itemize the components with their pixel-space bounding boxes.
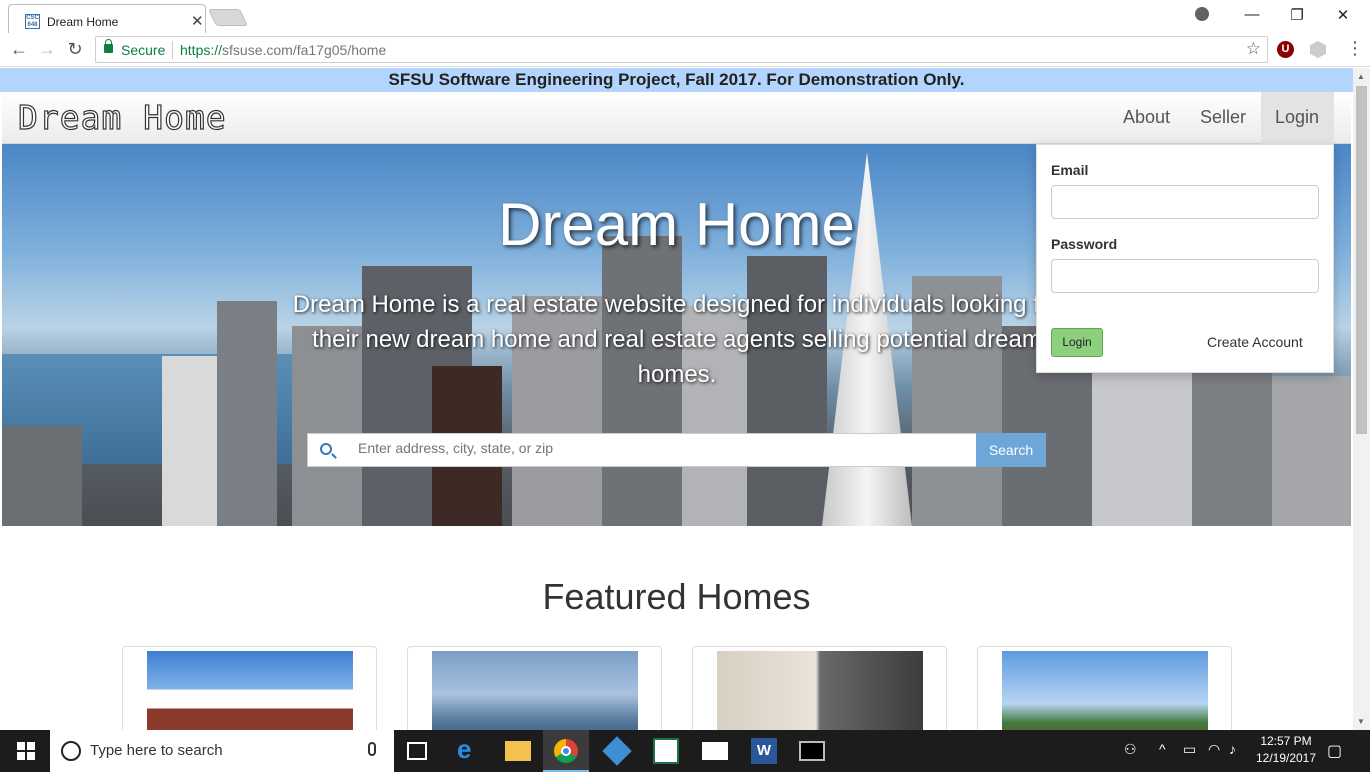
- profile-icon[interactable]: [1195, 7, 1209, 21]
- nav-about[interactable]: About: [1123, 107, 1170, 128]
- scroll-down-icon[interactable]: ▼: [1357, 717, 1365, 726]
- create-account-link[interactable]: Create Account: [1207, 334, 1303, 350]
- secure-label: Secure: [121, 42, 166, 58]
- restore-icon[interactable]: ❐: [1287, 6, 1307, 24]
- site-navbar: Dream Home About Seller Login: [2, 92, 1351, 144]
- featured-home-card[interactable]: [122, 646, 377, 730]
- taskbar-clock[interactable]: 12:57 PM 12/19/2017: [1253, 733, 1319, 767]
- windows-taskbar: Type here to search e W ⚇ ^ ▭ ◠ ♪ 12:57 …: [0, 730, 1370, 772]
- address-bar: ← → ↻ Secure https://sfsuse.com/fa17g05/…: [0, 33, 1370, 67]
- forward-arrow-icon[interactable]: →: [36, 39, 58, 60]
- omnibox-divider: [172, 41, 173, 59]
- login-button[interactable]: Login: [1051, 328, 1103, 357]
- file-explorer-icon[interactable]: [505, 741, 531, 761]
- scroll-up-icon[interactable]: ▲: [1357, 72, 1365, 81]
- search-icon: [320, 443, 332, 455]
- search-input[interactable]: [358, 440, 958, 456]
- browser-tab[interactable]: CSC 648 Dream Home ✕: [8, 4, 206, 33]
- bookmark-star-icon[interactable]: ☆: [1246, 39, 1261, 59]
- brick-building-flag-image: [1002, 651, 1208, 730]
- site-favicon-icon: CSC 648: [25, 14, 40, 29]
- close-tab-icon[interactable]: ✕: [191, 12, 204, 30]
- reload-icon[interactable]: ↻: [64, 39, 86, 60]
- chrome-icon: [554, 739, 578, 763]
- building-shape: [2, 426, 82, 526]
- new-tab-button[interactable]: [208, 9, 248, 26]
- volume-icon[interactable]: ♪: [1229, 741, 1236, 757]
- building-shape: [217, 301, 277, 526]
- browser-tabbar: CSC 648 Dream Home ✕ — ❐ ✕: [0, 0, 1370, 33]
- email-field[interactable]: [1051, 185, 1319, 219]
- back-arrow-icon[interactable]: ←: [8, 39, 30, 60]
- devils-teeth-bakery-image: [717, 651, 923, 730]
- wifi-icon[interactable]: ◠: [1208, 741, 1220, 758]
- lock-icon: [104, 39, 113, 53]
- login-dropdown: Email Password Login Create Account: [1036, 144, 1334, 373]
- chrome-menu-icon[interactable]: ⋮: [1346, 38, 1364, 59]
- password-field[interactable]: [1051, 259, 1319, 293]
- url-scheme: https://: [180, 42, 223, 58]
- cortana-icon: [61, 741, 81, 761]
- featured-home-card[interactable]: [977, 646, 1232, 730]
- tray-chevron-icon[interactable]: ^: [1159, 741, 1166, 757]
- taskbar-active-chrome[interactable]: [543, 730, 589, 772]
- clock-time: 12:57 PM: [1260, 734, 1312, 748]
- people-icon[interactable]: ⚇: [1124, 741, 1137, 758]
- search-button[interactable]: Search: [976, 433, 1046, 467]
- featured-homes-title: Featured Homes: [542, 576, 811, 617]
- brand-logo[interactable]: Dream Home: [17, 97, 227, 137]
- task-view-icon[interactable]: [407, 742, 427, 760]
- hero-description: Dream Home is a real estate website desi…: [292, 291, 1062, 388]
- windows-start-icon[interactable]: [17, 742, 35, 760]
- battery-icon[interactable]: ▭: [1183, 741, 1196, 758]
- nav-login-label: Login: [1275, 107, 1320, 127]
- url-omnibox[interactable]: Secure https://sfsuse.com/fa17g05/home ☆: [95, 36, 1268, 63]
- taskbar-search[interactable]: Type here to search: [50, 730, 394, 772]
- scroll-thumb[interactable]: [1356, 86, 1367, 434]
- search-box: [307, 433, 977, 467]
- mail-icon[interactable]: [702, 742, 728, 760]
- edge-icon[interactable]: e: [457, 734, 483, 764]
- excel-chart-icon[interactable]: [653, 738, 679, 764]
- email-label: Email: [1051, 162, 1089, 178]
- building-shape: [1272, 376, 1351, 526]
- notifications-icon[interactable]: ▢: [1327, 741, 1342, 761]
- featured-home-card[interactable]: [692, 646, 947, 730]
- url-path: sfsuse.com/fa17g05/home: [222, 42, 387, 58]
- taskbar-search-placeholder: Type here to search: [90, 742, 223, 759]
- nav-seller[interactable]: Seller: [1200, 107, 1246, 128]
- microphone-icon[interactable]: [368, 742, 376, 756]
- password-label: Password: [1051, 236, 1118, 252]
- url-text[interactable]: https://sfsuse.com/fa17g05/home: [180, 42, 386, 58]
- page-scrollbar[interactable]: ▲ ▼: [1353, 68, 1370, 730]
- clock-date: 12/19/2017: [1255, 751, 1317, 765]
- demo-banner: SFSU Software Engineering Project, Fall …: [0, 68, 1353, 92]
- terminal-icon[interactable]: [799, 741, 825, 761]
- brick-building-with-cupola-image: [147, 651, 353, 730]
- web-page: SFSU Software Engineering Project, Fall …: [0, 68, 1353, 730]
- 3d-app-icon[interactable]: [602, 736, 632, 766]
- close-window-icon[interactable]: ✕: [1333, 6, 1353, 24]
- featured-home-card[interactable]: [407, 646, 662, 730]
- nav-login[interactable]: Login: [1261, 92, 1334, 144]
- word-icon[interactable]: W: [751, 738, 777, 764]
- tab-title: Dream Home: [47, 15, 119, 29]
- modern-glass-building-image: [432, 651, 638, 730]
- minimize-icon[interactable]: —: [1242, 6, 1262, 23]
- ublock-extension-icon[interactable]: U: [1277, 41, 1294, 58]
